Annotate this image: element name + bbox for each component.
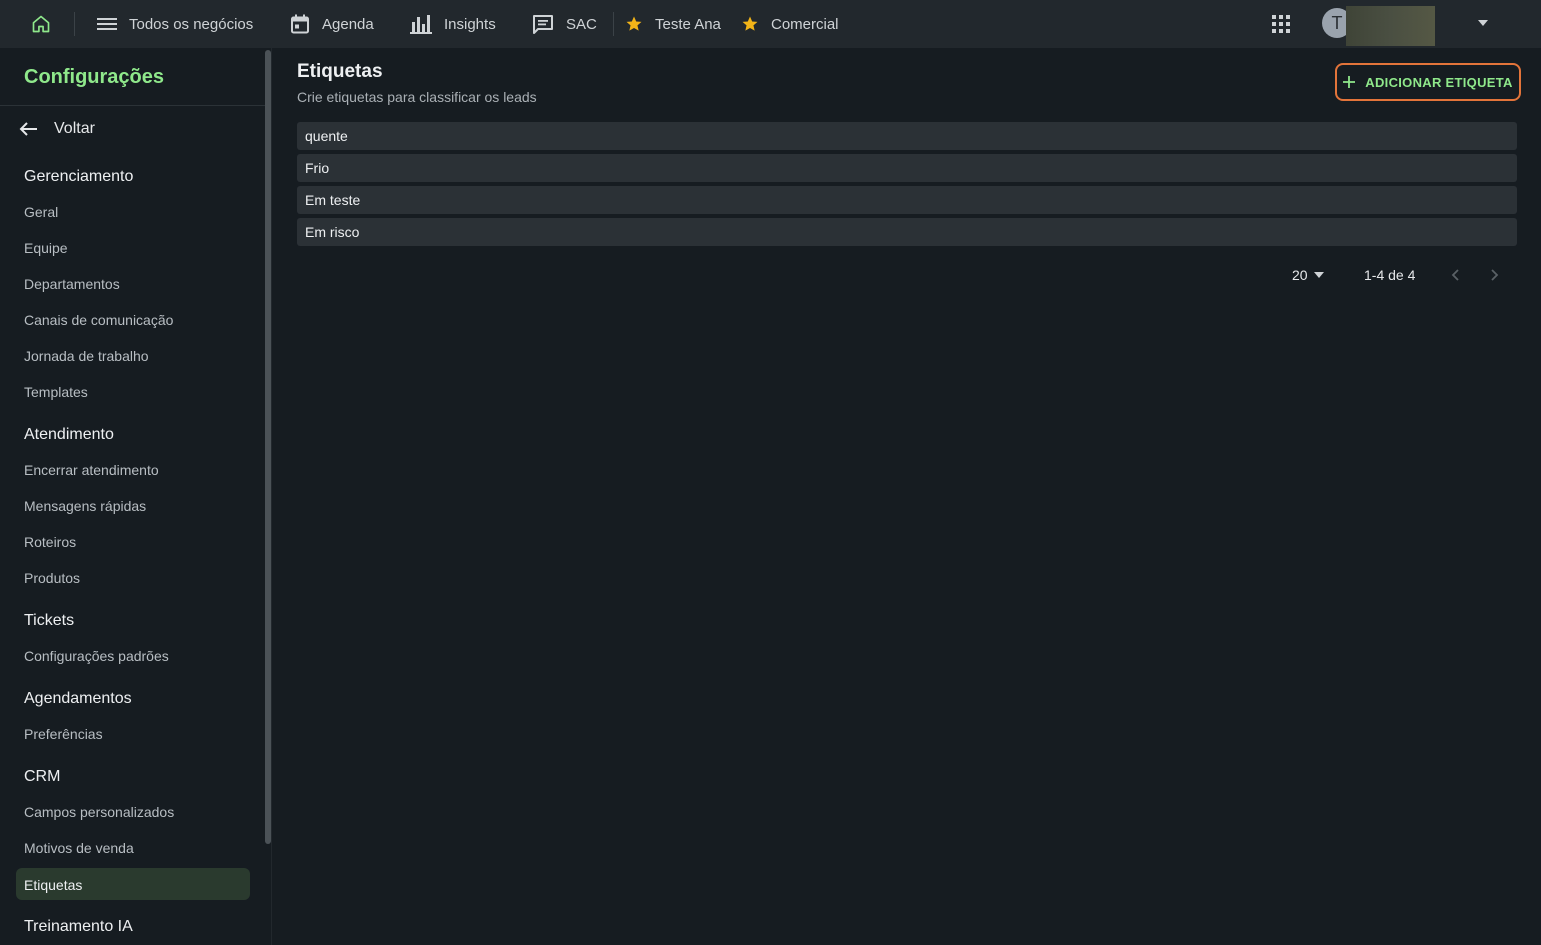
tag-label: Frio <box>305 160 330 176</box>
sidebar-item-departamentos[interactable]: Departamentos <box>24 276 120 292</box>
star-icon <box>741 15 759 33</box>
page-subtitle: Crie etiquetas para classificar os leads <box>297 89 537 105</box>
nav-sac[interactable]: SAC <box>532 0 597 48</box>
sidebar-item-etiquetas-label: Etiquetas <box>24 877 83 893</box>
chat-icon <box>532 14 554 34</box>
star-icon <box>625 15 643 33</box>
nav-label: Todos os negócios <box>129 15 254 33</box>
next-page-icon[interactable] <box>1487 267 1503 283</box>
section-title-crm: CRM <box>24 768 61 785</box>
page-size-value: 20 <box>1292 267 1308 283</box>
nav-label: Agenda <box>322 15 374 33</box>
sidebar-item-mensagens-rapidas[interactable]: Mensagens rápidas <box>24 498 146 514</box>
section-title-tickets: Tickets <box>24 612 75 629</box>
nav-agenda[interactable]: Agenda <box>290 0 374 48</box>
sidebar-item-templates[interactable]: Templates <box>24 384 88 400</box>
tag-row[interactable]: Em risco <box>297 218 1517 246</box>
nav-label: Insights <box>444 15 496 33</box>
tag-row[interactable]: Frio <box>297 154 1517 182</box>
sidebar-item-equipe[interactable]: Equipe <box>24 240 68 256</box>
section-title-agendamentos: Agendamentos <box>24 690 132 707</box>
page-title: Etiquetas <box>297 61 383 82</box>
tag-label: Em risco <box>305 224 360 240</box>
add-tag-label: ADICIONAR ETIQUETA <box>1365 74 1513 90</box>
sidebar-divider <box>0 105 266 106</box>
nav-label: Comercial <box>771 15 839 33</box>
nav-divider <box>74 12 75 36</box>
section-title-atendimento: Atendimento <box>24 426 114 443</box>
sidebar-item-encerrar-atendimento[interactable]: Encerrar atendimento <box>24 462 159 478</box>
nav-label: SAC <box>566 15 597 33</box>
section-title-treinamento-ia: Treinamento IA <box>24 918 133 935</box>
avatar-initial: T <box>1331 12 1343 33</box>
page-size-select[interactable]: 20 <box>1292 267 1324 283</box>
sidebar-item-roteiros[interactable]: Roteiros <box>24 534 76 550</box>
sidebar-title: Configurações <box>24 66 165 88</box>
user-name-redacted[interactable] <box>1346 6 1435 46</box>
home-icon[interactable] <box>28 12 54 36</box>
apps-grid-icon[interactable] <box>1270 13 1292 35</box>
plus-icon <box>1343 76 1356 88</box>
chevron-down-icon <box>1313 272 1324 278</box>
nav-label: Teste Ana <box>655 15 721 33</box>
nav-divider <box>613 12 614 36</box>
sidebar-item-produtos[interactable]: Produtos <box>24 570 80 586</box>
top-bar: Todos os negócios Agenda Insights SAC Te… <box>0 0 1541 48</box>
calendar-icon <box>290 14 310 34</box>
prev-page-icon[interactable] <box>1447 267 1463 283</box>
bar-chart-icon <box>410 14 432 34</box>
nav-comercial[interactable]: Comercial <box>741 0 839 48</box>
sidebar-item-configuracoes-padroes[interactable]: Configurações padrões <box>24 648 169 664</box>
settings-sidebar: Configurações Voltar Gerenciamento Geral… <box>0 48 272 945</box>
sidebar-item-geral[interactable]: Geral <box>24 204 58 220</box>
tag-row[interactable]: quente <box>297 122 1517 150</box>
sidebar-item-campos-personalizados[interactable]: Campos personalizados <box>24 804 174 820</box>
back-button[interactable]: Voltar <box>18 118 95 140</box>
sidebar-item-preferencias[interactable]: Preferências <box>24 726 103 742</box>
nav-insights[interactable]: Insights <box>410 0 496 48</box>
nav-todos-os-negocios[interactable]: Todos os negócios <box>97 0 253 48</box>
section-title-gerenciamento: Gerenciamento <box>24 168 134 185</box>
chevron-down-icon[interactable] <box>1476 16 1490 30</box>
arrow-left-icon <box>18 121 38 137</box>
back-label: Voltar <box>54 120 95 137</box>
tag-label: Em teste <box>305 192 361 208</box>
sidebar-item-motivos-de-venda[interactable]: Motivos de venda <box>24 840 134 856</box>
nav-teste-ana[interactable]: Teste Ana <box>625 0 721 48</box>
menu-icon <box>97 16 117 32</box>
sidebar-item-jornada-de-trabalho[interactable]: Jornada de trabalho <box>24 348 149 364</box>
add-tag-button[interactable]: ADICIONAR ETIQUETA <box>1335 63 1521 101</box>
tag-row[interactable]: Em teste <box>297 186 1517 214</box>
sidebar-item-canais-de-comunicacao[interactable]: Canais de comunicação <box>24 312 173 328</box>
sidebar-scrollbar[interactable] <box>265 50 271 844</box>
tag-label: quente <box>305 128 348 144</box>
pagination-range: 1-4 de 4 <box>1364 267 1416 283</box>
